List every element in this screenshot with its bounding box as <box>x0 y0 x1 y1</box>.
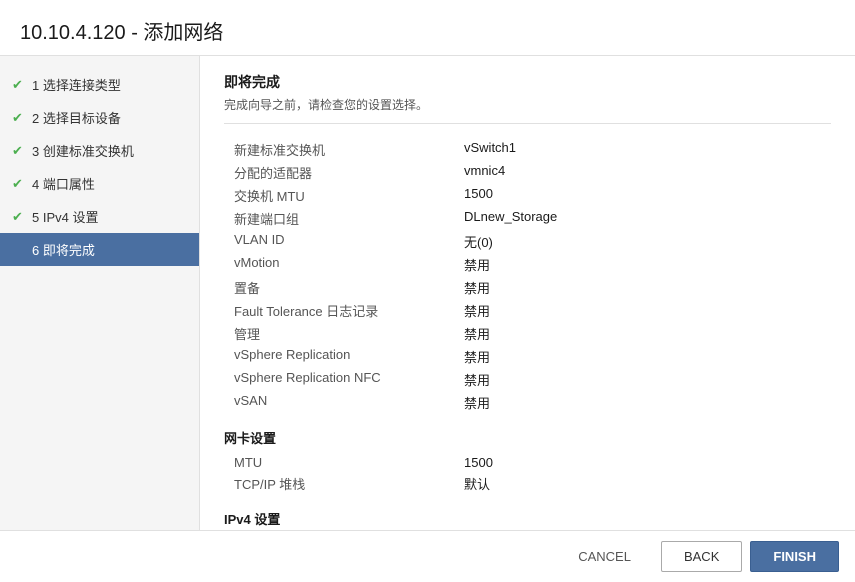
row-value: 禁用 <box>464 347 490 366</box>
table-row: vSAN禁用 <box>224 391 831 414</box>
nic-table: MTU1500TCP/IP 堆栈默认 <box>224 453 831 495</box>
dialog-header: 10.10.4.120 - 添加网络 <box>0 0 855 56</box>
table-row: 分配的适配器vmnic4 <box>224 161 831 184</box>
table-row: 新建端口组DLnew_Storage <box>224 207 831 230</box>
ipv4-section-title: IPv4 设置 <box>224 509 831 528</box>
table-row: VLAN ID无(0) <box>224 230 831 253</box>
table-row: vMotion禁用 <box>224 253 831 276</box>
sidebar-item-step6[interactable]: 6 即将完成 <box>0 233 199 266</box>
table-row: 置备禁用 <box>224 276 831 299</box>
dialog-footer: CANCEL BACK FINISH <box>0 530 855 582</box>
row-label: 交换机 MTU <box>224 186 464 205</box>
row-value: 禁用 <box>464 255 490 274</box>
sidebar-item-step5[interactable]: ✔ 5 IPv4 设置 <box>0 200 199 233</box>
check-icon: ✔ <box>12 143 26 159</box>
back-button[interactable]: BACK <box>661 541 742 572</box>
row-label: Fault Tolerance 日志记录 <box>224 301 464 320</box>
row-label: 分配的适配器 <box>224 163 464 182</box>
check-icon: ✔ <box>12 77 26 93</box>
table-row: MTU1500 <box>224 453 831 472</box>
check-icon: ✔ <box>12 209 26 225</box>
cancel-button[interactable]: CANCEL <box>556 542 653 571</box>
dialog-title: 10.10.4.120 - 添加网络 <box>20 16 835 45</box>
sidebar-item-label: 2 选择目标设备 <box>32 108 121 127</box>
sidebar-item-label: 6 即将完成 <box>32 240 95 259</box>
main-content: 即将完成 完成向导之前，请检查您的设置选择。 新建标准交换机vSwitch1分配… <box>200 56 855 530</box>
nic-section-title: 网卡设置 <box>224 428 831 447</box>
summary-table: 新建标准交换机vSwitch1分配的适配器vmnic4交换机 MTU1500新建… <box>224 138 831 414</box>
row-value: 禁用 <box>464 324 490 343</box>
row-value: vmnic4 <box>464 163 505 182</box>
row-label: 管理 <box>224 324 464 343</box>
row-value: 1500 <box>464 186 493 205</box>
dialog-body: ✔ 1 选择连接类型 ✔ 2 选择目标设备 ✔ 3 创建标准交换机 ✔ 4 端口属性 ✔ 5 IP… <box>0 56 855 530</box>
table-row: 管理禁用 <box>224 322 831 345</box>
table-row: vSphere Replication禁用 <box>224 345 831 368</box>
check-icon: ✔ <box>12 110 26 126</box>
row-label: 新建端口组 <box>224 209 464 228</box>
sidebar-item-label: 5 IPv4 设置 <box>32 207 98 226</box>
row-value: DLnew_Storage <box>464 209 557 228</box>
row-label: VLAN ID <box>224 232 464 251</box>
sidebar-item-label: 4 端口属性 <box>32 174 95 193</box>
sidebar-item-step4[interactable]: ✔ 4 端口属性 <box>0 167 199 200</box>
table-row: TCP/IP 堆栈默认 <box>224 472 831 495</box>
table-row: Fault Tolerance 日志记录禁用 <box>224 299 831 322</box>
row-value: vSwitch1 <box>464 140 516 159</box>
row-label: vSphere Replication NFC <box>224 370 464 389</box>
sidebar-item-step2[interactable]: ✔ 2 选择目标设备 <box>0 101 199 134</box>
row-value: 默认 <box>464 474 490 493</box>
sidebar-item-step3[interactable]: ✔ 3 创建标准交换机 <box>0 134 199 167</box>
row-label: TCP/IP 堆栈 <box>224 474 464 493</box>
sidebar: ✔ 1 选择连接类型 ✔ 2 选择目标设备 ✔ 3 创建标准交换机 ✔ 4 端口属性 ✔ 5 IP… <box>0 56 200 530</box>
row-value: 1500 <box>464 455 493 470</box>
sidebar-item-label: 3 创建标准交换机 <box>32 141 134 160</box>
section-title: 即将完成 <box>224 72 831 92</box>
row-value: 禁用 <box>464 370 490 389</box>
row-label: vSphere Replication <box>224 347 464 366</box>
table-row: 交换机 MTU1500 <box>224 184 831 207</box>
row-label: vMotion <box>224 255 464 274</box>
row-label: 置备 <box>224 278 464 297</box>
row-value: 禁用 <box>464 278 490 297</box>
row-value: 禁用 <box>464 393 490 412</box>
check-icon: ✔ <box>12 176 26 192</box>
finish-button[interactable]: FINISH <box>750 541 839 572</box>
row-label: vSAN <box>224 393 464 412</box>
row-value: 无(0) <box>464 232 493 251</box>
table-row: 新建标准交换机vSwitch1 <box>224 138 831 161</box>
row-label: 新建标准交换机 <box>224 140 464 159</box>
row-value: 禁用 <box>464 301 490 320</box>
section-desc: 完成向导之前，请检查您的设置选择。 <box>224 96 831 124</box>
table-row: vSphere Replication NFC禁用 <box>224 368 831 391</box>
row-label: MTU <box>224 455 464 470</box>
sidebar-item-step1[interactable]: ✔ 1 选择连接类型 <box>0 68 199 101</box>
sidebar-item-label: 1 选择连接类型 <box>32 75 121 94</box>
dialog: 10.10.4.120 - 添加网络 ✔ 1 选择连接类型 ✔ 2 选择目标设备 ✔ 3 … <box>0 0 855 582</box>
